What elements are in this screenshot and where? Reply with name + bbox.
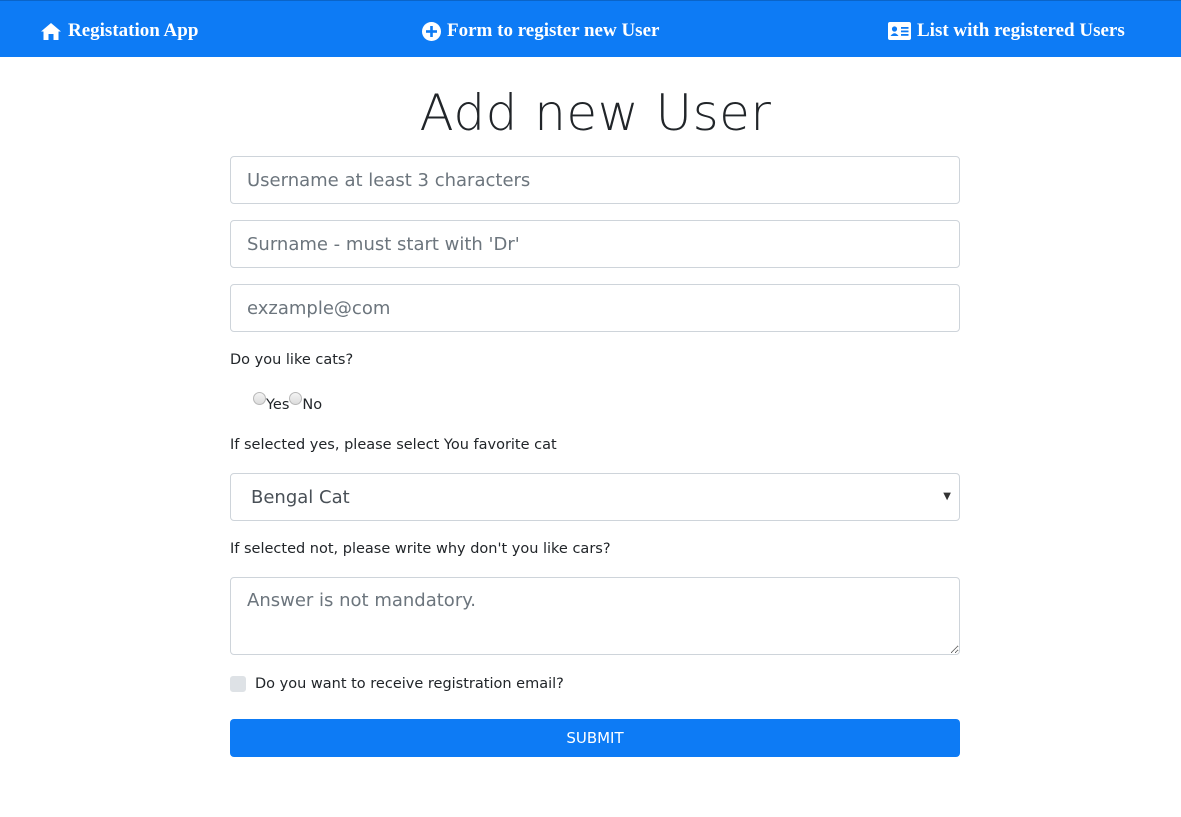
home-icon [40, 22, 62, 41]
nav-user-list-link[interactable]: List with registered Users [888, 18, 1125, 44]
submit-button[interactable]: SUBMIT [230, 719, 960, 757]
top-navbar: Registation App Form to register new Use… [0, 0, 1181, 57]
cats-radio-group: Yes No [253, 391, 322, 415]
nav-brand-label: Registation App [68, 20, 199, 41]
nav-list-label: List with registered Users [917, 20, 1125, 41]
email-checkbox-row: Do you want to receive registration emai… [230, 675, 564, 693]
favorite-cat-label: If selected yes, please select You favor… [230, 437, 557, 453]
favorite-cat-select[interactable]: Bengal Cat ▼ [230, 473, 960, 521]
email-checkbox-label: Do you want to receive registration emai… [255, 676, 564, 692]
plus-circle-icon [422, 21, 441, 41]
nav-form-label: Form to register new User [447, 20, 660, 41]
radio-yes-label: Yes [266, 397, 290, 413]
dropdown-arrow-icon: ▼ [943, 491, 951, 502]
email-input[interactable] [230, 284, 960, 332]
id-card-icon [888, 22, 911, 40]
surname-input[interactable] [230, 220, 960, 268]
favorite-cat-selected-value: Bengal Cat [251, 486, 350, 508]
nav-brand-link[interactable]: Registation App [40, 18, 198, 44]
username-input[interactable] [230, 156, 960, 204]
radio-no-label: No [302, 397, 323, 413]
nav-register-form-link[interactable]: Form to register new User [422, 18, 659, 44]
radio-yes[interactable] [253, 392, 266, 405]
cats-question-label: Do you like cats? [230, 352, 354, 368]
page-title: Add new User [419, 84, 772, 142]
email-checkbox[interactable] [230, 676, 246, 692]
why-not-textarea[interactable] [230, 577, 960, 655]
radio-no[interactable] [289, 392, 303, 405]
why-not-label: If selected not, please write why don't … [230, 541, 611, 557]
